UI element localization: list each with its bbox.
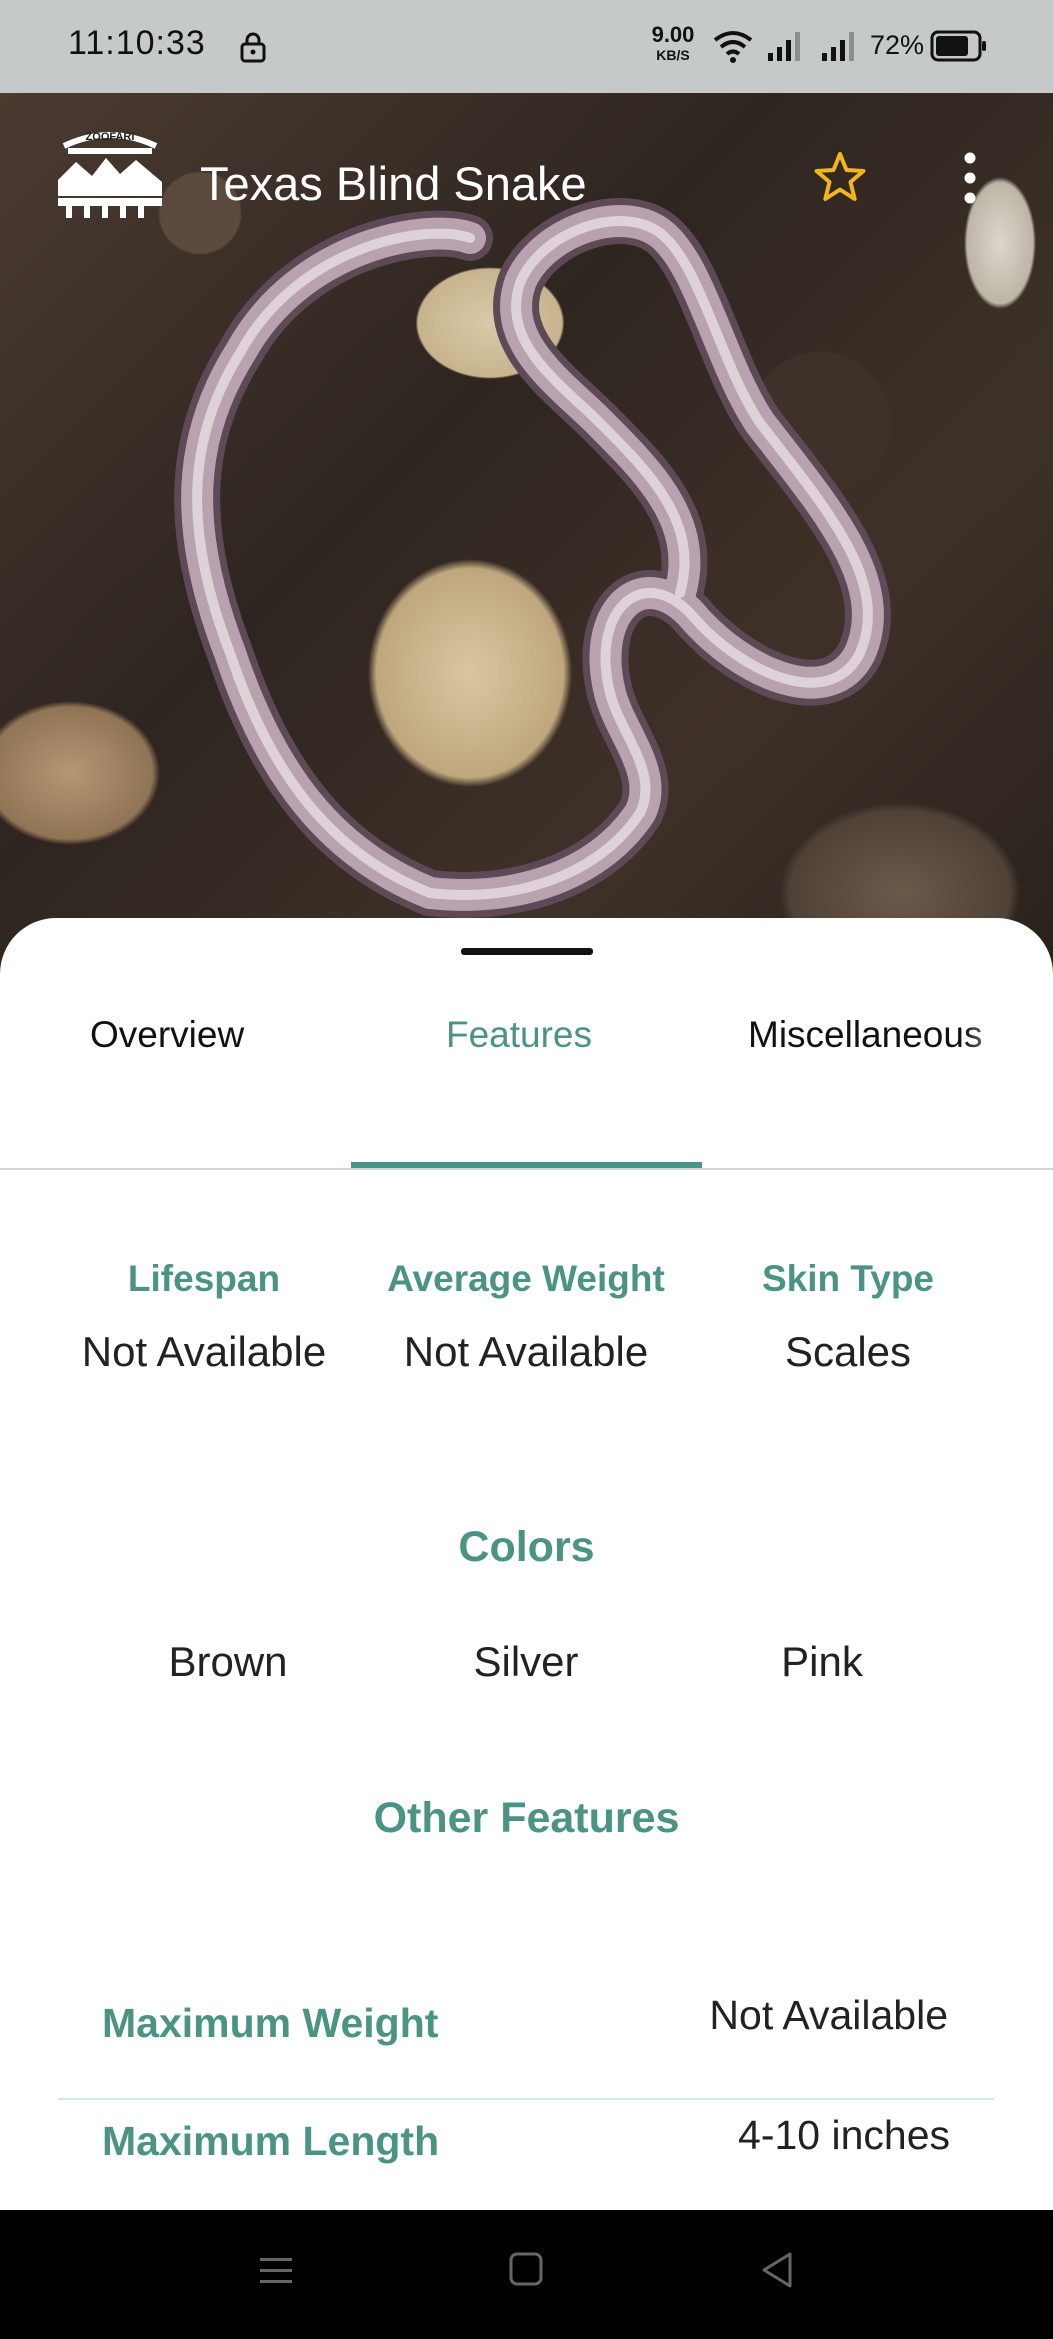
back-icon[interactable] — [758, 2250, 796, 2290]
tab-features[interactable]: Features — [446, 1014, 592, 1086]
network-speed: 9.00 KB/S — [648, 22, 698, 63]
feature-row: Maximum Length 4-10 inches — [58, 2112, 994, 2210]
stat-label: Lifespan — [127, 1258, 281, 1299]
color-item: Brown — [168, 1638, 288, 1685]
network-speed-unit: KB/S — [656, 47, 690, 63]
page-title: Texas Blind Snake — [200, 157, 587, 210]
details-sheet: Overview Features Miscellaneous Lifespan… — [0, 918, 1053, 2210]
network-speed-value: 9.00 — [651, 22, 695, 47]
zoofari-logo[interactable]: ZOOFARI — [46, 118, 174, 222]
feature-value: Not Available — [709, 1992, 948, 2038]
color-item: Pink — [781, 1638, 863, 1685]
stat-value: Not Available — [81, 1328, 327, 1375]
tabs-divider — [0, 1168, 1053, 1170]
signal-icon — [822, 32, 854, 61]
color-item: Silver — [473, 1638, 579, 1685]
system-nav-bar — [0, 2210, 1053, 2339]
stat-label: Skin Type — [761, 1258, 935, 1299]
status-time: 11:10:33 — [68, 24, 206, 62]
colors-heading: Colors — [458, 1523, 595, 1571]
battery-icon — [930, 30, 986, 62]
stat-value: Scales — [784, 1328, 912, 1375]
battery-percent: 72% — [870, 30, 925, 60]
stat-label: Average Weight — [387, 1258, 665, 1299]
feature-row: Maximum Weight Not Available — [58, 1960, 994, 2100]
stat-lifespan: Lifespan Not Available — [44, 1258, 364, 1376]
status-bar: 11:10:33 9.00 KB/S 72% — [0, 0, 1053, 93]
feature-value: 4-10 inches — [738, 2112, 950, 2158]
wifi-icon — [713, 31, 753, 63]
home-icon[interactable] — [508, 2250, 544, 2288]
tab-miscellaneous[interactable]: Miscellaneous — [748, 1014, 1018, 1086]
menu-icon[interactable] — [258, 2252, 294, 2288]
stat-skin-type: Skin Type Scales — [688, 1258, 1008, 1376]
feature-label: Maximum Weight — [102, 2000, 439, 2046]
lock-icon — [240, 32, 266, 63]
stat-value: Not Available — [403, 1328, 649, 1375]
other-features-heading: Other Features — [373, 1794, 680, 1842]
stat-average-weight: Average Weight Not Available — [366, 1258, 686, 1376]
star-icon[interactable] — [810, 148, 870, 208]
tab-overview[interactable]: Overview — [90, 1014, 244, 1086]
drag-handle[interactable] — [461, 948, 593, 955]
signal-icon — [768, 32, 800, 61]
logo-text: ZOOFARI — [86, 131, 135, 143]
feature-label: Maximum Length — [102, 2118, 440, 2164]
animal-photo — [0, 93, 1053, 973]
snake-image — [174, 198, 891, 918]
more-vert-icon[interactable] — [955, 150, 985, 206]
tab-bar: Overview Features Miscellaneous — [0, 1014, 1053, 1086]
